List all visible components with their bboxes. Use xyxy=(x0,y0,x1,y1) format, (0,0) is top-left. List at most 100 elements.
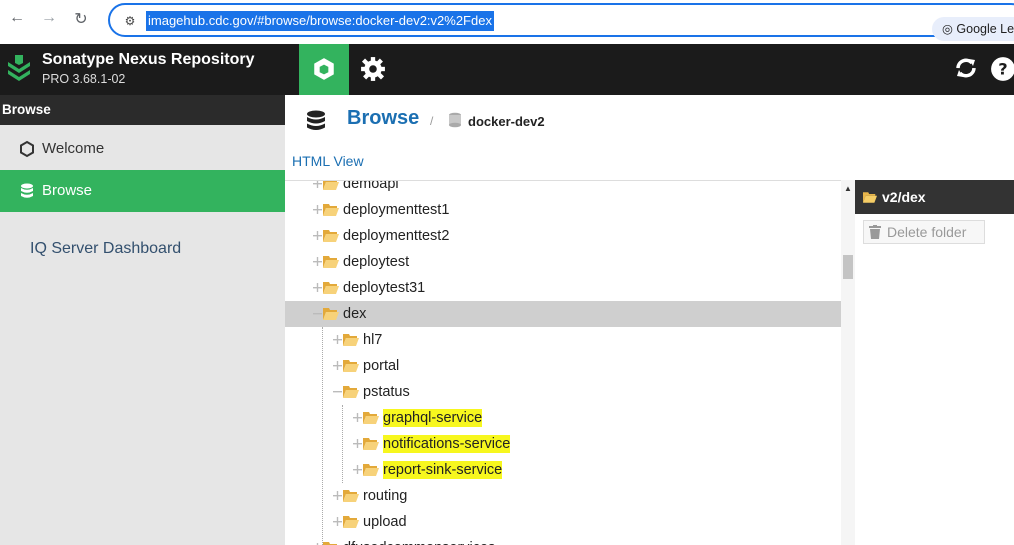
tree-node[interactable]: report-sink-service xyxy=(285,457,841,483)
expand-icon[interactable] xyxy=(333,335,342,344)
expand-icon[interactable] xyxy=(313,180,322,188)
tree-node-label: deploytest31 xyxy=(343,275,425,301)
tree-node-text: deploytest31 xyxy=(343,280,426,296)
tree-node-text: report-sink-service xyxy=(383,461,503,479)
sidebar-item-welcome[interactable]: Welcome xyxy=(0,128,285,170)
iq-server-dashboard-link[interactable]: IQ Server Dashboard xyxy=(30,240,181,258)
app-version: PRO 3.68.1-02 xyxy=(42,72,126,86)
sidebar-item-label: Browse xyxy=(42,182,93,199)
folder-open-icon xyxy=(863,192,877,203)
tree-node-text: dex xyxy=(343,306,367,322)
tree-node-text: upload xyxy=(363,514,407,530)
tree-node[interactable]: dfusedcommonservices xyxy=(285,535,841,545)
folder-open-icon xyxy=(323,282,339,294)
tree-node[interactable]: dex xyxy=(285,301,841,327)
app-title: Sonatype Nexus Repository xyxy=(42,51,255,68)
tree-node-label: graphql-service xyxy=(383,405,483,431)
expand-icon[interactable] xyxy=(353,439,362,448)
folder-open-icon xyxy=(323,542,337,545)
tree-node-text: routing xyxy=(363,488,408,504)
expand-icon[interactable] xyxy=(313,283,322,292)
google-lens-button[interactable]: ◎ Google Lens xyxy=(932,17,1014,41)
tree-node-label: demoapi xyxy=(343,180,399,197)
expand-icon[interactable] xyxy=(353,465,362,474)
expand-icon[interactable] xyxy=(333,491,342,500)
page-title[interactable]: Browse xyxy=(347,107,419,130)
folder-open-icon xyxy=(323,230,339,242)
tree-node[interactable]: deploymenttest1 xyxy=(285,197,841,223)
tree-node-text: portal xyxy=(363,358,400,374)
database-icon xyxy=(307,110,325,130)
tree-node[interactable]: hl7 xyxy=(285,327,841,353)
address-bar[interactable]: ⚙ imagehub.cdc.gov/#browse/browse:docker… xyxy=(108,3,1014,41)
folder-open-icon xyxy=(343,360,359,372)
html-view-link[interactable]: HTML View xyxy=(292,153,364,169)
tree-node-text: notifications-service xyxy=(383,435,511,453)
tree-node-text: deploymenttest1 xyxy=(343,202,450,218)
tree-node[interactable]: pstatus xyxy=(285,379,841,405)
tree-node[interactable]: routing xyxy=(285,483,841,509)
svg-text:?: ? xyxy=(998,59,1007,78)
tree-node-text: demoapi xyxy=(343,180,399,192)
tree-node-text: hl7 xyxy=(363,332,383,348)
tree-node[interactable]: portal xyxy=(285,353,841,379)
folder-open-icon xyxy=(363,438,379,450)
collapse-icon[interactable] xyxy=(313,309,322,318)
browser-toolbar: ← → ↻ ⚙ imagehub.cdc.gov/#browse/browse:… xyxy=(0,0,1014,44)
main-content: Browse / docker-dev2 HTML View demoapi de… xyxy=(285,95,1014,545)
folder-open-icon xyxy=(343,386,359,398)
site-info-icon[interactable]: ⚙ xyxy=(118,11,142,31)
folder-open-icon xyxy=(343,490,359,502)
gear-icon[interactable] xyxy=(360,56,386,82)
expand-icon[interactable] xyxy=(313,257,322,266)
tree-node[interactable]: deploytest31 xyxy=(285,275,841,301)
tree-node-label: routing xyxy=(363,483,407,509)
tree-node[interactable]: demoapi xyxy=(285,180,841,197)
folder-open-icon xyxy=(343,334,359,346)
forward-arrow-icon[interactable]: → xyxy=(38,9,60,27)
expand-icon[interactable] xyxy=(313,205,322,214)
tree-node-label: deploymenttest1 xyxy=(343,197,449,223)
back-arrow-icon[interactable]: ← xyxy=(6,9,28,27)
tree-node-text: pstatus xyxy=(363,384,410,400)
tree-node-label: deploymenttest2 xyxy=(343,223,449,249)
folder-open-icon xyxy=(323,308,339,320)
refresh-icon[interactable] xyxy=(954,56,978,80)
expand-icon[interactable] xyxy=(333,361,342,370)
tree-node-label: upload xyxy=(363,509,407,535)
tree-node[interactable]: upload xyxy=(285,509,841,535)
scroll-up-arrow-icon[interactable]: ▲ xyxy=(844,184,852,193)
tree-node-label: hl7 xyxy=(363,327,382,353)
tree-node[interactable]: notifications-service xyxy=(285,431,841,457)
tree-node-text: deploytest xyxy=(343,254,410,270)
delete-folder-button[interactable]: Delete folder xyxy=(863,220,985,244)
tree-node-label: report-sink-service xyxy=(383,457,503,483)
tree-node[interactable]: deploytest xyxy=(285,249,841,275)
hexagon-icon xyxy=(20,140,34,158)
help-icon[interactable]: ? xyxy=(990,56,1014,82)
scrollbar-thumb[interactable] xyxy=(843,255,853,279)
tree-node[interactable]: deploymenttest2 xyxy=(285,223,841,249)
url-text[interactable]: imagehub.cdc.gov/#browse/browse:docker-d… xyxy=(146,11,494,31)
tree-node-label: deploytest xyxy=(343,249,409,275)
breadcrumb-repository: docker-dev2 xyxy=(468,114,545,129)
reload-icon[interactable]: ↻ xyxy=(70,9,92,29)
tree-node-text: deploymenttest2 xyxy=(343,228,450,244)
browse-mode-button[interactable] xyxy=(299,44,349,95)
sidebar-item-browse[interactable]: Browse xyxy=(0,170,285,212)
detail-panel-title: v2/dex xyxy=(882,189,926,205)
sidebar: Browse Welcome Browse IQ Server Dashboar… xyxy=(0,95,285,545)
folder-open-icon xyxy=(323,181,339,190)
sidebar-heading: Browse xyxy=(0,95,285,125)
collapse-icon[interactable] xyxy=(333,387,342,396)
tree-node-text: graphql-service xyxy=(383,409,483,427)
expand-icon[interactable] xyxy=(353,413,362,422)
expand-icon[interactable] xyxy=(313,231,322,240)
tree-node-label: notifications-service xyxy=(383,431,511,457)
delete-folder-label: Delete folder xyxy=(887,224,967,240)
tree-node-label: portal xyxy=(363,353,399,379)
tree-node[interactable]: graphql-service xyxy=(285,405,841,431)
expand-icon[interactable] xyxy=(333,517,342,526)
folder-open-icon xyxy=(363,464,379,476)
tree-scrollbar[interactable]: ▲ xyxy=(841,180,855,545)
